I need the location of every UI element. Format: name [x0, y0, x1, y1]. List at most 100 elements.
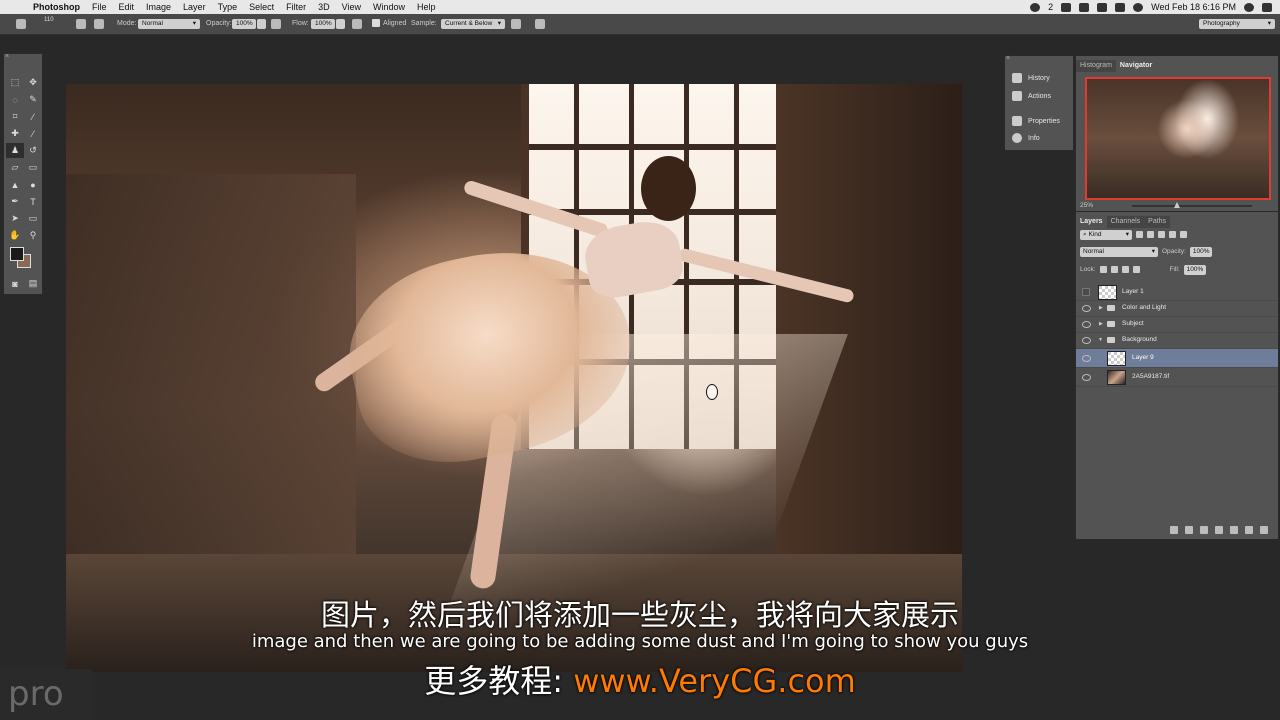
dock-item-properties[interactable]: Properties — [1007, 113, 1071, 129]
tab-navigator[interactable]: Navigator — [1115, 60, 1157, 72]
notification-badge[interactable]: 2 — [1048, 2, 1053, 12]
quick-mask-icon[interactable]: ◙ — [6, 276, 24, 291]
healing-brush-tool-icon[interactable]: ✚ — [6, 126, 24, 141]
blend-mode-dropdown[interactable]: Normal — [1080, 246, 1158, 257]
lock-all-icon[interactable] — [1132, 266, 1140, 273]
display-icon[interactable] — [1115, 2, 1126, 12]
expand-arrow-icon[interactable]: ▶ — [1099, 305, 1103, 311]
navigator-thumbnail[interactable] — [1085, 77, 1271, 200]
clone-stamp-tool-icon[interactable]: ♟ — [6, 143, 24, 158]
collapse-arrow-icon[interactable]: ▼ — [1098, 337, 1103, 343]
path-select-tool-icon[interactable]: ➤ — [6, 211, 24, 226]
menu-edit[interactable]: Edit — [119, 2, 135, 12]
navigator-zoom-slider[interactable] — [1132, 202, 1252, 208]
eye-icon[interactable] — [1082, 305, 1091, 312]
menu-help[interactable]: Help — [417, 2, 436, 12]
pressure-opacity-icon[interactable] — [271, 19, 281, 29]
airbrush-icon[interactable] — [352, 19, 362, 29]
navigator-zoom-value[interactable]: 25% — [1080, 202, 1093, 209]
layer-row-subject[interactable]: ▶ Subject — [1076, 317, 1278, 333]
zoom-tool-icon[interactable]: ⚲ — [24, 228, 42, 243]
record-icon[interactable] — [1030, 2, 1041, 12]
brush-tool-icon[interactable]: ⁄ — [24, 126, 42, 141]
quick-select-tool-icon[interactable]: ✎ — [24, 92, 42, 107]
aligned-checkbox[interactable] — [372, 19, 380, 27]
eraser-tool-icon[interactable]: ▱ — [6, 160, 24, 175]
new-layer-icon[interactable] — [1245, 526, 1253, 534]
eyedropper-tool-icon[interactable]: ⁄ — [24, 109, 42, 124]
type-tool-icon[interactable]: T — [24, 194, 42, 209]
notification-center-icon[interactable] — [1262, 2, 1272, 12]
layer-row-color-and-light[interactable]: ▶ Color and Light — [1076, 301, 1278, 317]
gradient-tool-icon[interactable]: ▭ — [24, 160, 42, 175]
move-tool-icon[interactable]: ✥ — [24, 75, 42, 90]
foreground-color-swatch[interactable] — [10, 247, 24, 261]
menu-layer[interactable]: Layer — [183, 2, 206, 12]
dock-item-history[interactable]: History — [1007, 70, 1071, 86]
tab-histogram[interactable]: Histogram — [1076, 60, 1116, 72]
menu-select[interactable]: Select — [249, 2, 274, 12]
opacity-stepper[interactable] — [257, 19, 266, 29]
screen-mode-icon[interactable]: ▤ — [24, 276, 42, 291]
trash-icon[interactable] — [1260, 526, 1268, 534]
hand-tool-icon[interactable]: ✋ — [6, 228, 24, 243]
dock-item-actions[interactable]: Actions — [1007, 88, 1071, 104]
pen-tool-icon[interactable]: ✒ — [6, 194, 24, 209]
layer-opacity-field[interactable]: 100% — [1189, 246, 1213, 257]
wifi-icon[interactable] — [1133, 2, 1144, 12]
clone-source-icon[interactable] — [76, 19, 86, 29]
menu-window[interactable]: Window — [373, 2, 405, 12]
lock-pixels-icon[interactable] — [1110, 266, 1118, 273]
menu-image[interactable]: Image — [146, 2, 171, 12]
lock-transparency-icon[interactable] — [1099, 266, 1107, 273]
menu-type[interactable]: Type — [218, 2, 238, 12]
tab-paths[interactable]: Paths — [1144, 216, 1171, 228]
filter-shape-icon[interactable] — [1169, 231, 1176, 238]
menu-clock[interactable]: Wed Feb 18 6:16 PM — [1151, 2, 1236, 12]
dock-item-info[interactable]: Info — [1007, 130, 1071, 146]
spotlight-search-icon[interactable] — [1244, 2, 1254, 12]
layer-row-2a5a9187[interactable]: 2A5A9187.tif — [1076, 368, 1278, 387]
eye-icon[interactable] — [1082, 355, 1091, 362]
dodge-tool-icon[interactable]: ● — [24, 177, 42, 192]
adjustment-layer-icon[interactable] — [1215, 526, 1223, 534]
fill-field[interactable]: 100% — [1183, 264, 1207, 275]
layer-style-fx-icon[interactable] — [1185, 526, 1193, 534]
bell-icon[interactable] — [1061, 2, 1072, 12]
shape-tool-icon[interactable]: ▭ — [24, 211, 42, 226]
filter-pixel-icon[interactable] — [1136, 231, 1143, 238]
link-layers-icon[interactable] — [1170, 526, 1178, 534]
menu-file[interactable]: File — [92, 2, 107, 12]
ignore-adjustment-icon[interactable] — [511, 19, 521, 29]
marquee-tool-icon[interactable]: ⬚ — [6, 75, 24, 90]
layer-filter-dropdown[interactable]: ⌕ Kind — [1080, 229, 1132, 240]
expand-arrow-icon[interactable]: ▶ — [1099, 321, 1103, 327]
close-icon[interactable]: × — [1006, 55, 1010, 62]
crop-tool-icon[interactable]: ⌗ — [6, 109, 24, 124]
add-mask-icon[interactable] — [1200, 526, 1208, 534]
menu-filter[interactable]: Filter — [286, 2, 306, 12]
new-group-icon[interactable] — [1230, 526, 1238, 534]
filter-adjustment-icon[interactable] — [1147, 231, 1154, 238]
history-brush-tool-icon[interactable]: ↺ — [24, 143, 42, 158]
clone-stamp-tool-icon[interactable] — [16, 19, 26, 29]
scissors-icon[interactable] — [1079, 2, 1090, 12]
visibility-toggle[interactable] — [1082, 288, 1090, 296]
sample-dropdown[interactable]: Current & Below — [441, 19, 505, 29]
layer-row-layer-9[interactable]: Layer 9 — [1076, 349, 1278, 368]
mode-dropdown[interactable]: Normal — [138, 19, 200, 29]
lasso-tool-icon[interactable]: ◌ — [6, 92, 24, 107]
pressure-size-icon[interactable] — [535, 19, 545, 29]
layer-row-layer-1[interactable]: Layer 1 — [1076, 284, 1278, 301]
filter-smart-object-icon[interactable] — [1180, 231, 1187, 238]
menu-app-photoshop[interactable]: Photoshop — [33, 2, 80, 12]
eye-icon[interactable] — [1082, 337, 1091, 344]
menu-3d[interactable]: 3D — [318, 2, 330, 12]
filter-type-icon[interactable] — [1158, 231, 1165, 238]
lock-position-icon[interactable] — [1121, 266, 1129, 273]
upload-icon[interactable] — [1097, 2, 1108, 12]
eye-icon[interactable] — [1082, 374, 1091, 381]
workspace-dropdown[interactable]: Photography — [1199, 19, 1275, 29]
layer-row-background[interactable]: ▼ Background — [1076, 333, 1278, 349]
blur-tool-icon[interactable]: ▲ — [6, 177, 24, 192]
